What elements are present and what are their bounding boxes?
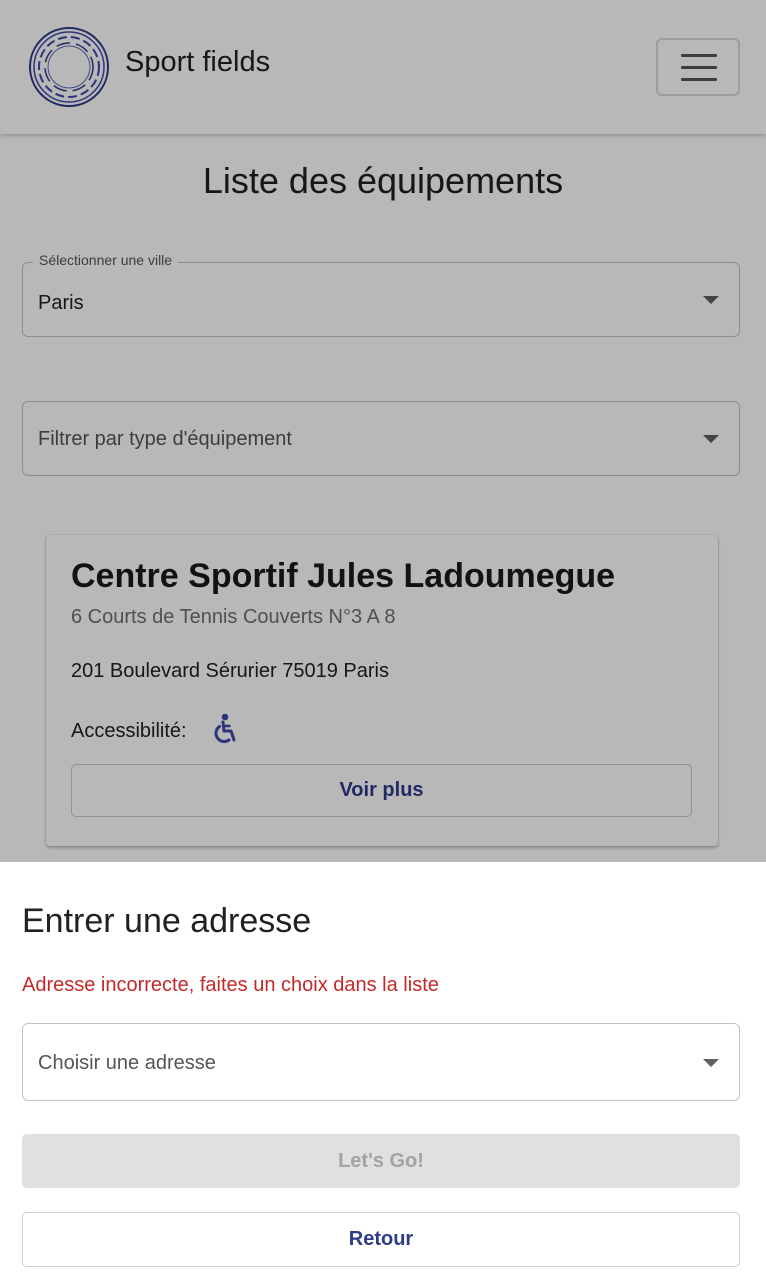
- page: Sport fields Liste des équipements Sélec…: [0, 0, 766, 1288]
- address-error-message: Adresse incorrecte, faites un choix dans…: [22, 974, 439, 996]
- address-select-placeholder: Choisir une adresse: [38, 1052, 216, 1074]
- retour-button[interactable]: Retour: [22, 1212, 740, 1267]
- lets-go-button[interactable]: Let's Go!: [22, 1134, 740, 1188]
- address-select[interactable]: Choisir une adresse: [22, 1023, 740, 1101]
- chevron-down-icon: [703, 1059, 719, 1067]
- modal-backdrop[interactable]: [0, 0, 766, 862]
- address-bottom-sheet: Entrer une adresse Adresse incorrecte, f…: [0, 862, 766, 1288]
- sheet-title: Entrer une adresse: [22, 902, 312, 940]
